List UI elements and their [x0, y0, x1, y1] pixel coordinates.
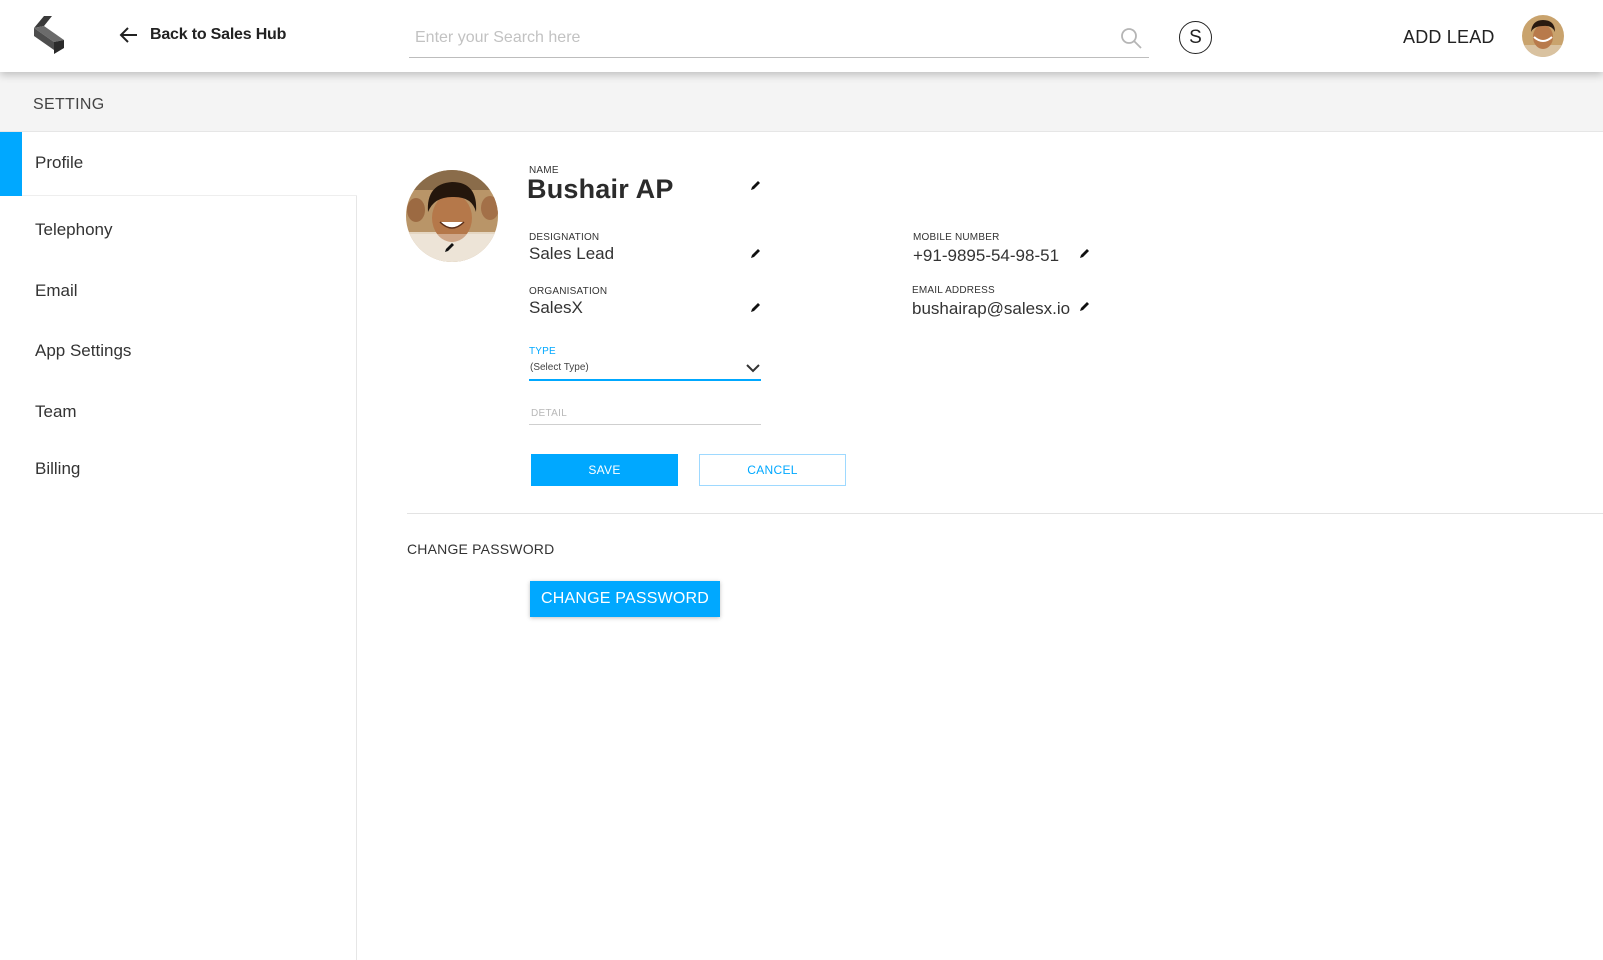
arrow-left-icon — [119, 27, 137, 43]
sidebar-item-label: App Settings — [35, 341, 132, 360]
user-avatar[interactable] — [1522, 15, 1564, 57]
add-lead-button[interactable]: ADD LEAD — [1403, 27, 1495, 48]
type-select[interactable]: (Select Type) — [529, 357, 761, 381]
organisation-label: ORGANISATION — [529, 286, 608, 297]
back-link-label: Back to Sales Hub — [150, 26, 287, 43]
top-bar: Back to Sales Hub S ADD LEAD — [0, 0, 1603, 72]
designation-value: Sales Lead — [529, 244, 615, 263]
sidebar-item-label: Billing — [35, 459, 81, 478]
detail-field — [529, 403, 761, 425]
edit-email-pencil-icon[interactable] — [1079, 300, 1091, 312]
type-select-value: (Select Type) — [530, 362, 589, 373]
cancel-button[interactable]: CANCEL — [699, 454, 846, 486]
sidebar-item-profile[interactable]: Profile — [0, 132, 357, 196]
sidebar-item-billing[interactable]: Billing — [0, 439, 357, 503]
edit-photo-pencil-icon[interactable] — [444, 241, 456, 253]
type-label: TYPE — [529, 346, 556, 357]
search-input[interactable] — [415, 24, 1075, 52]
workspace-switch-button[interactable]: S — [1179, 21, 1212, 54]
page-title: SETTING — [33, 96, 105, 113]
sidebar-item-label: Email — [35, 281, 78, 300]
mobile-number-value: +91-9895-54-98-51 — [913, 246, 1060, 265]
detail-input[interactable] — [529, 403, 761, 424]
sidebar-item-telephony[interactable]: Telephony — [0, 200, 357, 264]
change-password-button[interactable]: CHANGE PASSWORD — [530, 581, 720, 617]
profile-panel: NAME Bushair AP DESIGNATION Sales Lead O… — [357, 132, 1603, 960]
search-bar — [409, 20, 1149, 58]
profile-name: Bushair AP — [527, 174, 674, 204]
edit-organisation-pencil-icon[interactable] — [750, 301, 762, 313]
sidebar-item-email[interactable]: Email — [0, 260, 357, 324]
edit-mobile-pencil-icon[interactable] — [1079, 247, 1091, 259]
mobile-number-label: MOBILE NUMBER — [913, 232, 1000, 243]
change-password-heading: CHANGE PASSWORD — [407, 541, 555, 557]
settings-sidebar: Profile Telephony Email App Settings Tea… — [0, 132, 357, 960]
section-divider — [407, 513, 1603, 514]
email-address-label: EMAIL ADDRESS — [912, 285, 995, 296]
sidebar-item-label: Profile — [35, 153, 84, 172]
settings-header-band: SETTING — [0, 72, 1603, 132]
organisation-value: SalesX — [529, 298, 583, 317]
designation-label: DESIGNATION — [529, 232, 600, 243]
active-indicator — [0, 132, 22, 196]
chevron-down-icon — [746, 364, 760, 373]
sidebar-item-team[interactable]: Team — [0, 382, 357, 446]
sidebar-item-label: Team — [35, 402, 77, 421]
sidebar-item-app-settings[interactable]: App Settings — [0, 321, 357, 385]
sidebar-item-label: Telephony — [35, 220, 113, 239]
back-to-sales-hub-link[interactable]: Back to Sales Hub — [118, 24, 286, 46]
search-icon[interactable] — [1119, 26, 1143, 50]
salesx-logo-icon[interactable] — [34, 16, 68, 56]
edit-designation-pencil-icon[interactable] — [750, 247, 762, 259]
edit-name-pencil-icon[interactable] — [750, 179, 762, 191]
save-button[interactable]: SAVE — [531, 454, 678, 486]
email-address-value: bushairap@salesx.io — [912, 299, 1071, 318]
